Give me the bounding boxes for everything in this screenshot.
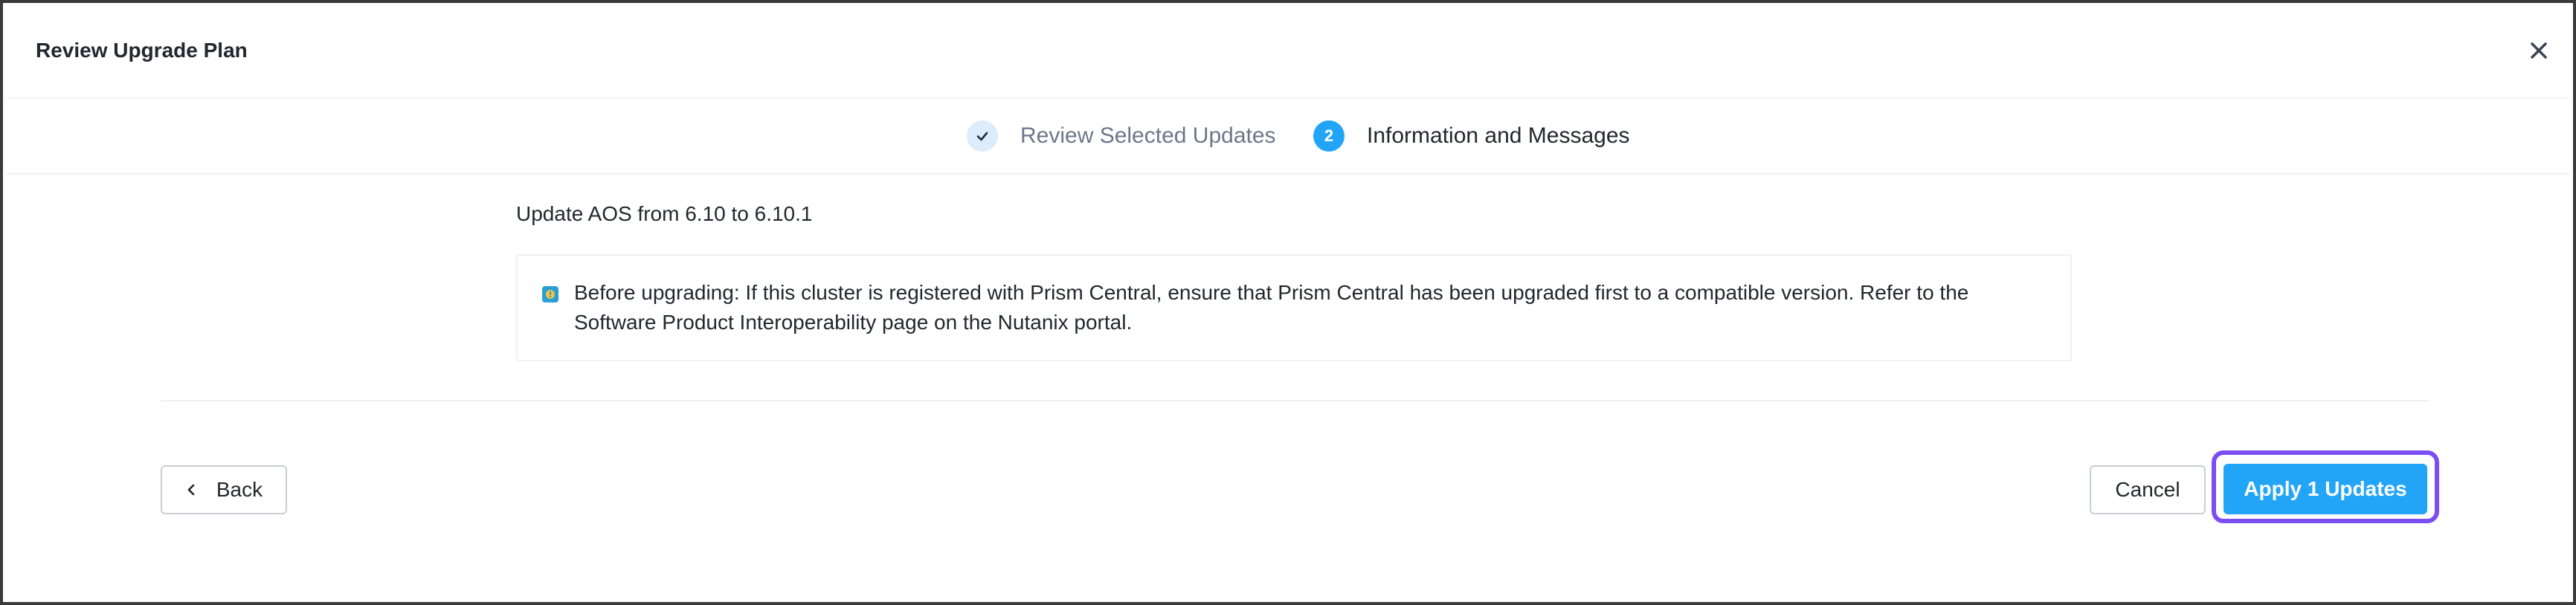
footer-divider: [161, 400, 2429, 401]
checkmark-icon: [976, 132, 988, 141]
apply-updates-button[interactable]: Apply 1 Updates: [2224, 464, 2427, 514]
back-button-label: Back: [216, 478, 263, 501]
apply-button-label: Apply 1 Updates: [2244, 477, 2407, 500]
step-label: Review Selected Updates: [1020, 123, 1276, 148]
cancel-button-label: Cancel: [2115, 478, 2180, 501]
dialog-title: Review Upgrade Plan: [36, 39, 248, 62]
back-button[interactable]: Back: [161, 465, 287, 514]
update-title: Update AOS from 6.10 to 6.10.1: [516, 202, 813, 225]
info-message-box: Before upgrading: If this cluster is reg…: [516, 254, 2072, 361]
chevron-left-icon: [187, 484, 195, 496]
step-label: Information and Messages: [1367, 123, 1630, 148]
step-information-and-messages[interactable]: 2 Information and Messages: [1313, 120, 1630, 152]
review-upgrade-plan-dialog: Review Upgrade Plan Review Selected Upda…: [0, 0, 2576, 605]
close-button[interactable]: [2524, 36, 2554, 65]
stepper-divider: [6, 173, 2570, 175]
dialog-header: Review Upgrade Plan: [3, 3, 2573, 98]
step-number-badge: 2: [1313, 120, 1345, 152]
close-icon: [2531, 42, 2547, 59]
info-icon: [542, 286, 558, 302]
step-review-selected-updates[interactable]: Review Selected Updates: [967, 120, 1276, 152]
info-message-text: Before upgrading: If this cluster is reg…: [574, 281, 1969, 334]
step-complete-indicator: [967, 120, 998, 152]
wizard-stepper: Review Selected Updates 2 Information an…: [6, 99, 2570, 173]
cancel-button[interactable]: Cancel: [2090, 465, 2206, 514]
